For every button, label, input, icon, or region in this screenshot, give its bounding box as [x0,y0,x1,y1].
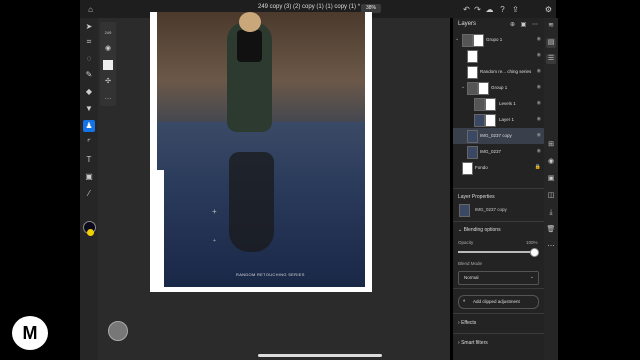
layer-row[interactable]: IMG_0237 ◉ [453,144,544,160]
brush-preview[interactable] [103,60,113,70]
photo [157,12,365,287]
image-tool-icon[interactable]: ▣ [83,171,95,183]
chevron-down-icon: ⌄ [529,274,534,280]
layer-row[interactable]: Random re... ching series ◉ [453,64,544,80]
layer-actions[interactable]: ⊕ ▣ ⋯ [510,21,540,28]
brush-hardness-icon[interactable]: ◉ [102,44,114,52]
gear-icon[interactable]: ⚙ [544,5,553,14]
lock-icon[interactable]: 🔒 [535,164,541,170]
merge-icon[interactable]: ⤓ [546,208,556,218]
right-rail: ≋ ▤ ☰ ⊞ ◉ ▣ ◫ ⤓ 🗑 ⋯ [544,18,558,360]
more-options-icon[interactable]: … [102,94,114,101]
smart-filters-header[interactable]: › Smart filters [458,340,488,346]
source-crosshair-icon: + [213,238,216,244]
visibility-eye-icon[interactable]: ◉ [537,68,541,74]
left-letterbox [0,0,80,360]
move-tool-icon[interactable]: ➤ [83,21,95,33]
cloud-icon[interactable]: ☁ [485,5,494,14]
panel-divider[interactable] [453,188,544,189]
visibility-eye-icon[interactable]: ◉ [537,36,541,42]
crosshair-icon: + [212,207,217,216]
layer-row[interactable]: Layer 1 ◉ [453,112,544,128]
layer-row[interactable]: ⌄ Grupo 1 ◉ [453,32,544,48]
lasso-tool-icon[interactable]: ◌ [83,53,95,65]
opacity-slider-knob[interactable] [530,248,539,257]
right-letterbox [556,0,640,360]
layers-stack-icon[interactable]: ≋ [546,21,556,31]
visibility-icon[interactable]: ◉ [546,157,556,167]
brush-touch-control[interactable] [108,321,128,341]
tools-bar: ➤ ⌗ ◌ ✎ ◆ ▼ ♟ ⌜ T ▣ ⁄ [80,18,98,360]
layer-row[interactable]: ◉ [453,48,544,64]
visibility-eye-icon[interactable]: ◉ [537,132,541,138]
blend-mode-label: Blend Mode [458,261,483,266]
delete-icon[interactable]: 🗑 [546,225,556,235]
fx-icon[interactable]: ◫ [546,191,556,201]
visibility-eye-icon[interactable]: ◉ [537,100,541,106]
adjustments-icon[interactable]: ☰ [546,54,556,64]
visibility-eye-icon[interactable]: ◉ [537,148,541,154]
type-tool-icon[interactable]: T [83,154,95,166]
eyedropper-tool-icon[interactable]: ⁄ [83,188,95,200]
watermark-logo: M [12,316,48,350]
eraser-tool-icon[interactable]: ◆ [83,86,95,98]
opacity-label: Opacity [458,240,474,245]
brush-options: 249 ◉ ✣ … [100,22,116,106]
visibility-eye-icon[interactable]: ◉ [537,52,541,58]
effects-header[interactable]: › Effects [458,320,476,326]
layers-panel: Layers ⊕ ▣ ⋯ ⌄ Grupo 1 ◉ ◉ Random re... … [453,18,544,360]
background-color-swatch[interactable] [87,229,94,236]
layer-properties-thumbnail [459,204,470,217]
visibility-eye-icon[interactable]: ◉ [537,116,541,122]
layer-properties-icon[interactable]: ▤ [546,38,556,48]
brush-size[interactable]: 249 [102,30,114,35]
layer-row[interactable]: ⌄ Group 1 ◉ [453,80,544,96]
document-title: 249 copy (3) (2) copy (1) (1) copy (1) * [258,4,361,10]
fill-tool-icon[interactable]: ▼ [83,103,95,115]
layer-row[interactable]: Fondo 🔒 [453,160,544,176]
opacity-slider[interactable] [458,251,534,253]
redo-icon[interactable]: ↷ [473,5,482,14]
layer-row[interactable]: Levels 1 ◉ [453,96,544,112]
photo-caption: RANDOM RETOUCHING SERIES [236,272,305,277]
stamp-tool-icon[interactable]: ♟ [83,120,95,132]
help-icon[interactable]: ? [498,5,507,14]
layer-row-selected[interactable]: IMG_0237 copy ◉ [453,128,544,144]
more-icon[interactable]: ⋯ [546,242,556,252]
opacity-value: 100% [526,240,538,245]
share-icon[interactable]: ⇪ [511,5,520,14]
layer-properties-name: IMG_0237 copy [475,207,507,212]
blending-options-header[interactable]: ⌄ Blending options [458,227,501,233]
home-icon[interactable]: ⌂ [86,5,95,14]
chevron-down-icon[interactable]: ⌄ [455,36,459,42]
home-indicator[interactable] [258,354,382,357]
layers-title: Layers [458,21,477,27]
brush-settings-icon[interactable]: ✣ [102,77,114,85]
layer-properties-title: Layer Properties [458,194,495,200]
white-border-mask [150,170,164,292]
visibility-eye-icon[interactable]: ◉ [537,84,541,90]
add-layer-icon[interactable]: ⊞ [546,140,556,150]
add-clipped-adjustment-button[interactable]: ◐ Add clipped adjustment [458,295,539,309]
brush-tool-icon[interactable]: ✎ [83,69,95,81]
undo-icon[interactable]: ↶ [462,5,471,14]
adjustment-icon: ◐ [463,298,467,304]
mask-icon[interactable]: ▣ [546,174,556,184]
transform-tool-icon[interactable]: ⌗ [83,36,95,48]
crop-tool-icon[interactable]: ⌜ [83,137,95,149]
blend-mode-select[interactable]: Normal ⌄ [458,271,539,285]
chevron-down-icon[interactable]: ⌄ [461,84,465,90]
